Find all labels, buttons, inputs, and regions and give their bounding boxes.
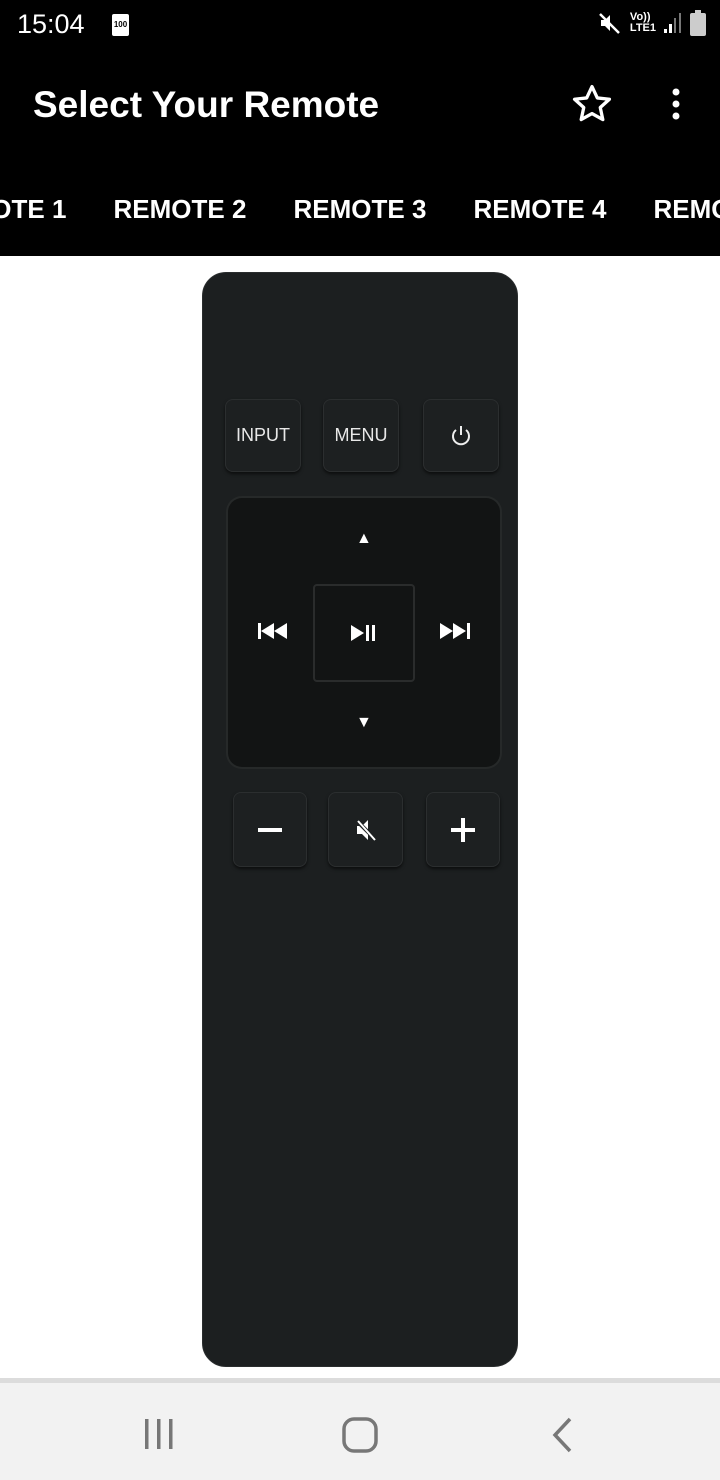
tab-remote-3[interactable]: REMOTE 3 [270,160,450,256]
remote-tabs: REMOTE 1 REMOTE 2 REMOTE 3 REMOTE 4 REMO… [0,160,720,256]
network-label: Vo)) LTE1 [629,11,656,34]
back-icon[interactable] [548,1416,576,1454]
star-outline-icon[interactable] [570,82,614,126]
menu-button[interactable]: MENU [323,399,399,472]
battery-icon [690,10,706,36]
more-vert-icon[interactable] [662,84,690,124]
page-title: Select Your Remote [33,84,380,125]
mute-status-icon [599,13,620,34]
system-nav-bar [0,1378,720,1480]
input-button[interactable]: INPUT [225,399,301,472]
plus-icon [451,817,475,842]
tab-remote-1[interactable]: REMOTE 1 [0,160,90,256]
tab-remote-4[interactable]: REMOTE 4 [450,160,630,256]
mute-icon [354,818,377,841]
up-arrow-icon[interactable]: ▲ [356,530,372,548]
signal-icon [664,13,681,33]
volume-down-button[interactable] [233,792,307,867]
home-icon[interactable] [341,1416,379,1454]
next-track-icon[interactable] [440,622,472,640]
down-arrow-icon[interactable]: ▼ [356,714,372,732]
battery-saver-icon: 100 [112,14,129,36]
play-pause-button[interactable] [313,584,415,682]
tab-remote-5[interactable]: REMOTE 5 [630,160,720,256]
clock: 15:04 [17,9,85,39]
remote-body: INPUT MENU ▲ ▼ [202,272,518,1367]
previous-track-icon[interactable] [258,622,290,640]
power-button[interactable] [423,399,499,472]
recents-icon[interactable] [142,1417,176,1451]
power-icon [452,425,470,445]
status-bar: 15:04 100 Vo)) LTE1 [0,0,720,50]
dpad: ▲ ▼ [228,498,500,767]
play-pause-icon [351,625,375,641]
mute-button[interactable] [328,792,403,867]
volume-up-button[interactable] [426,792,500,867]
app-bar: Select Your Remote [0,50,720,160]
tab-remote-2[interactable]: REMOTE 2 [90,160,270,256]
minus-icon [258,827,282,832]
